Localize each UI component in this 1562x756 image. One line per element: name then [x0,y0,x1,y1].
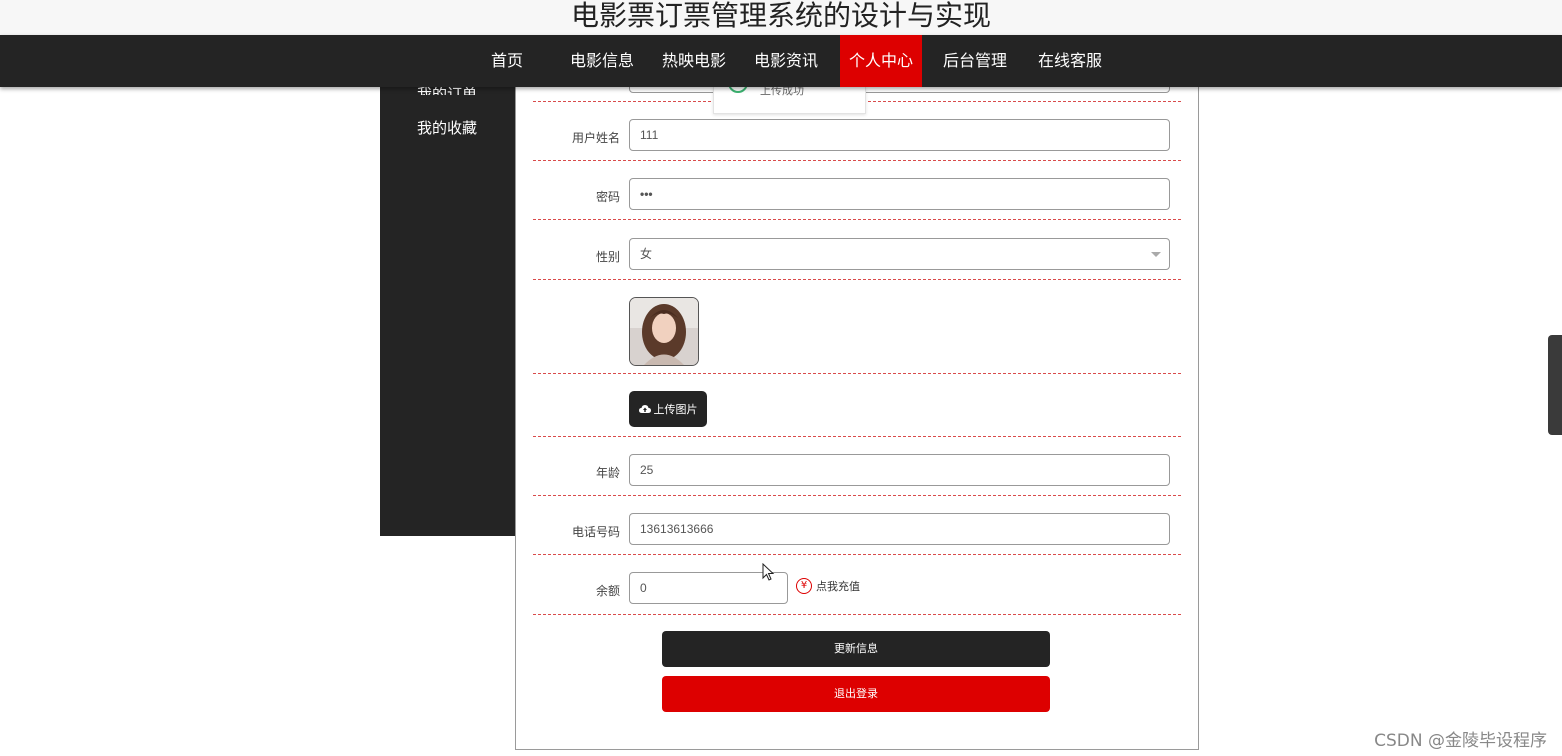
gender-select[interactable]: 女 [629,238,1170,270]
balance-label: 余额 [595,584,620,598]
logout-button[interactable]: 退出登录 [662,676,1050,712]
check-circle-icon [728,87,748,93]
profile-form-panel: 用户姓名 111 密码 ••• 性别 女 上传图片 年龄 25 电话号码 136… [515,77,1199,750]
toast-text: 上传成功 [760,87,804,97]
side-scroll-handle[interactable] [1548,335,1562,435]
nav-item-personal-center[interactable]: 个人中心 [840,35,922,87]
mouse-cursor-icon [762,563,775,581]
phone-input[interactable]: 13613613666 [629,513,1170,545]
row-divider [533,554,1181,555]
nav-item-online-service[interactable]: 在线客服 [1030,35,1110,87]
cloud-upload-icon [638,405,651,413]
row-divider [533,495,1181,496]
username-label: 用户姓名 [571,131,620,145]
sidebar: 我的订单 我的收藏 [380,85,515,536]
row-divider [533,160,1181,161]
nav-item-home[interactable]: 首页 [478,35,536,87]
gender-label: 性别 [595,250,620,264]
yuan-icon: ¥ [796,578,812,594]
phone-label: 电话号码 [571,525,620,539]
sidebar-item-my-favorites[interactable]: 我的收藏 [417,117,477,138]
gender-select-value: 女 [640,247,653,261]
password-label: 密码 [595,190,620,204]
password-input[interactable]: ••• [629,178,1170,210]
row-divider [533,436,1181,437]
row-divider [533,373,1181,374]
row-divider [533,614,1181,615]
row-divider [533,219,1181,220]
chevron-down-icon [1151,252,1161,257]
age-input[interactable]: 25 [629,454,1170,486]
update-info-button[interactable]: 更新信息 [662,631,1050,667]
upload-image-label: 上传图片 [653,403,698,416]
upload-success-toast: 上传成功 [713,87,866,114]
top-navbar: 首页 电影信息 热映电影 电影资讯 个人中心 后台管理 在线客服 [0,35,1562,87]
upload-image-button[interactable]: 上传图片 [629,391,707,427]
nav-item-movie-news[interactable]: 电影资讯 [746,35,826,87]
watermark: CSDN @金陵毕设程序 [1374,731,1547,751]
nav-item-admin[interactable]: 后台管理 [935,35,1015,87]
age-label: 年龄 [595,466,620,480]
recharge-link[interactable]: ¥ 点我充值 [796,578,860,594]
username-input[interactable]: 111 [629,119,1170,151]
nav-item-hot-movies[interactable]: 热映电影 [654,35,734,87]
recharge-label: 点我充值 [816,580,860,593]
row-divider [533,279,1181,280]
site-title: 电影票订票管理系统的设计与实现 [0,0,1562,35]
avatar-image [629,297,699,366]
nav-item-movie-info[interactable]: 电影信息 [562,35,642,87]
